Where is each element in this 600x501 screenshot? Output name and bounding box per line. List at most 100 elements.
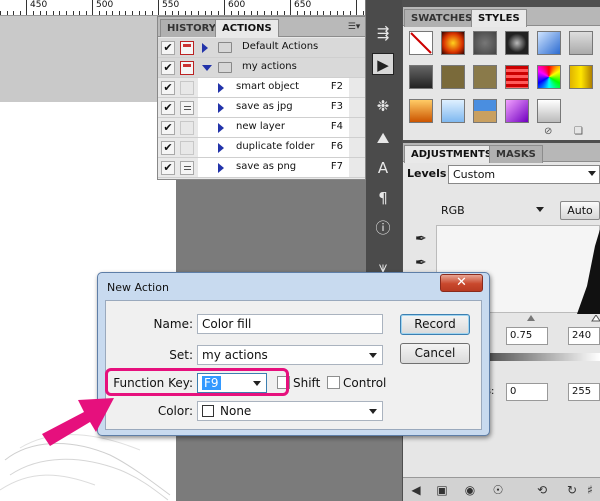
toggle-item-checkbox[interactable]: ✔: [161, 41, 175, 55]
toggle-dialog-icon[interactable]: [180, 41, 194, 55]
back-arrow-icon[interactable]: ◀: [407, 481, 425, 499]
record-button[interactable]: Record: [400, 314, 470, 335]
tab-masks[interactable]: MASKS: [489, 145, 543, 163]
toggle-dialog-icon[interactable]: [180, 101, 194, 115]
tab-actions[interactable]: ACTIONS: [215, 19, 279, 37]
dialog-body: Name: Color fill Set: my actions Functio…: [105, 300, 482, 430]
preset-value: Custom: [453, 168, 496, 181]
toggle-item-checkbox[interactable]: ✔: [161, 61, 175, 75]
clip-layer-icon[interactable]: ◉: [461, 481, 479, 499]
history-brush-icon[interactable]: ⇶: [372, 22, 394, 44]
new-style-icon[interactable]: ❏: [574, 126, 583, 137]
function-key-label: F3: [330, 101, 343, 112]
toggle-item-checkbox[interactable]: ✔: [161, 141, 175, 155]
ruler-tick: [297, 11, 298, 15]
style-swatch[interactable]: [569, 65, 593, 89]
toggle-dialog-icon[interactable]: [180, 141, 194, 155]
function-key-label: F6: [330, 141, 343, 152]
new-action-dialog: New Action ✕ Name: Color fill Set: my ac…: [97, 272, 490, 436]
action-row[interactable]: ✔ new layer F4: [158, 118, 365, 138]
action-row[interactable]: ✔ smart object F2: [158, 78, 365, 98]
action-row[interactable]: ✔ save as png F7: [158, 158, 365, 178]
input-mid-field[interactable]: 0.75: [506, 327, 548, 345]
style-swatch[interactable]: [409, 65, 433, 89]
channel-select[interactable]: RGB: [436, 201, 548, 220]
toggle-item-checkbox[interactable]: ✔: [161, 101, 175, 115]
eyedropper-gray-icon[interactable]: ✒: [415, 255, 427, 271]
expand-triangle-right-icon[interactable]: [218, 123, 224, 133]
tab-swatches[interactable]: SWATCHES: [404, 9, 480, 27]
expand-view-icon[interactable]: ▣: [433, 481, 451, 499]
style-swatch[interactable]: [505, 31, 529, 55]
style-swatch[interactable]: [505, 99, 529, 123]
name-field[interactable]: Color fill: [197, 314, 383, 334]
toggle-item-checkbox[interactable]: ✔: [161, 81, 175, 95]
style-swatch[interactable]: [473, 31, 497, 55]
preset-select[interactable]: Custom: [448, 165, 600, 184]
ruler-label: 500: [96, 0, 114, 10]
row-body: smart object F2: [198, 78, 349, 97]
settings-wheel-icon[interactable]: ❉: [372, 95, 394, 117]
action-label: smart object: [236, 81, 300, 92]
action-row[interactable]: ✔ duplicate folder F6: [158, 138, 365, 158]
output-high-field[interactable]: 255: [568, 383, 600, 401]
toggle-dialog-icon[interactable]: [180, 61, 194, 75]
style-swatch-none[interactable]: [409, 31, 433, 55]
style-swatch[interactable]: [537, 65, 561, 89]
play-icon[interactable]: ▶: [372, 53, 394, 75]
ruler-tick: [158, 0, 160, 15]
set-select[interactable]: my actions: [197, 345, 383, 365]
reset-icon[interactable]: ⟲: [533, 481, 551, 499]
close-icon[interactable]: ✕: [440, 274, 483, 292]
style-swatch[interactable]: [441, 31, 465, 55]
expand-triangle-right-icon[interactable]: [202, 43, 208, 53]
function-key-highlight: [105, 368, 289, 396]
ruler-tick: [184, 11, 186, 15]
expand-triangle-down-icon[interactable]: [202, 65, 212, 71]
refresh-icon[interactable]: ↻: [563, 481, 581, 499]
style-swatch[interactable]: [473, 65, 497, 89]
toggle-dialog-icon[interactable]: [180, 121, 194, 135]
expand-triangle-right-icon[interactable]: [218, 83, 224, 93]
image-icon[interactable]: ⛰: [372, 127, 394, 149]
action-set-row[interactable]: ✔ Default Actions: [158, 38, 365, 58]
auto-button[interactable]: Auto: [560, 201, 600, 220]
color-select[interactable]: None: [197, 401, 383, 421]
info-icon[interactable]: ⓘ: [372, 217, 394, 239]
pointer-arrow-icon: [42, 398, 114, 446]
output-low-field[interactable]: 0: [506, 383, 548, 401]
toggle-item-checkbox[interactable]: ✔: [161, 121, 175, 135]
style-swatch[interactable]: [409, 99, 433, 123]
tab-styles[interactable]: STYLES: [471, 9, 527, 27]
action-set-row[interactable]: ✔ my actions: [158, 58, 365, 78]
expand-triangle-right-icon[interactable]: [218, 143, 224, 153]
expand-triangle-right-icon[interactable]: [218, 103, 224, 113]
cancel-button[interactable]: Cancel: [400, 343, 470, 364]
toggle-dialog-icon[interactable]: [180, 161, 194, 175]
action-row[interactable]: ✔ save as jpg F3: [158, 98, 365, 118]
tab-history[interactable]: HISTORY: [160, 19, 224, 37]
style-swatch[interactable]: [473, 99, 497, 123]
control-checkbox[interactable]: [327, 376, 340, 389]
panel-menu-icon[interactable]: ☰▾: [346, 21, 362, 33]
tab-adjustments[interactable]: ADJUSTMENTS: [404, 145, 500, 163]
delete-style-icon[interactable]: ⊘: [544, 126, 552, 137]
input-high-field[interactable]: 240: [568, 327, 600, 345]
style-swatch[interactable]: [537, 31, 561, 55]
style-swatch[interactable]: [569, 31, 593, 55]
levels-label: Levels: [407, 167, 447, 180]
eyedropper-black-icon[interactable]: ✒: [415, 231, 427, 247]
chevron-down-icon: [369, 353, 377, 358]
style-swatch[interactable]: [505, 65, 529, 89]
ruler-label: 650: [294, 0, 312, 10]
style-swatch[interactable]: [441, 99, 465, 123]
toggle-item-checkbox[interactable]: ✔: [161, 161, 175, 175]
toggle-dialog-icon[interactable]: [180, 81, 194, 95]
expand-triangle-right-icon[interactable]: [218, 163, 224, 173]
style-swatch[interactable]: [537, 99, 561, 123]
text-icon[interactable]: A: [372, 157, 394, 179]
trash-icon[interactable]: ♯: [581, 481, 599, 499]
style-swatch[interactable]: [441, 65, 465, 89]
paragraph-icon[interactable]: ¶: [372, 187, 394, 209]
visibility-eye-icon[interactable]: ☉: [489, 481, 507, 499]
